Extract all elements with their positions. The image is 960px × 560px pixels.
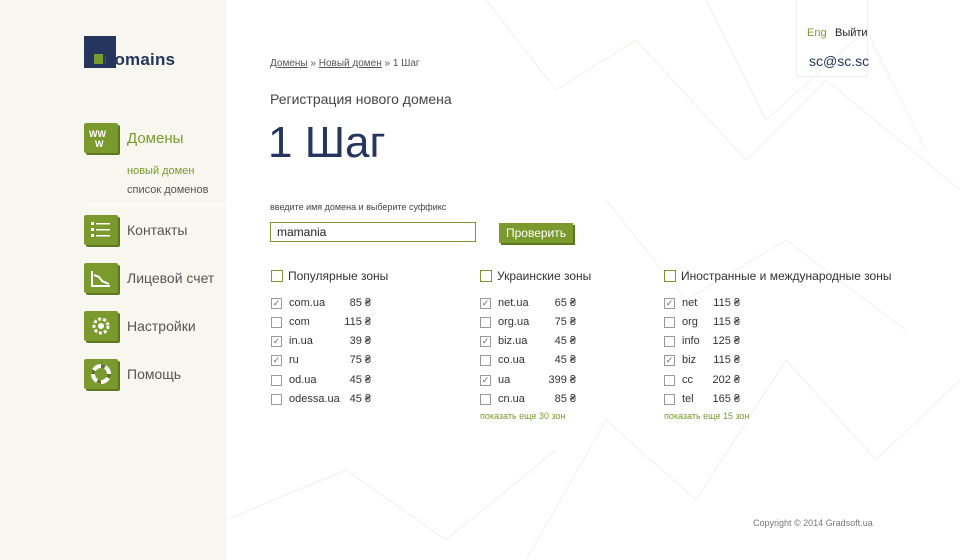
zone-row[interactable]: cn.ua 85 ₴ [480, 392, 586, 406]
sidebar: Domains WW W Домены новый домен список до… [0, 0, 226, 560]
zone-group-title: Иностранные и международные зоны [681, 269, 892, 283]
zone-price: 39 ₴ [349, 335, 371, 347]
zone-group-checkbox[interactable] [480, 270, 492, 282]
domain-input[interactable] [270, 222, 476, 242]
breadcrumb-separator: » [384, 58, 391, 69]
nav-divider [84, 204, 226, 205]
zone-price: 165 ₴ [712, 393, 740, 405]
zone-price: 45 ₴ [554, 354, 576, 366]
check-button[interactable]: Проверить [499, 223, 573, 243]
sidebar-item-label: Настройки [127, 318, 196, 334]
zone-price: 202 ₴ [712, 374, 740, 386]
sidebar-item-label: Лицевой счет [127, 270, 215, 286]
svg-text:W: W [95, 139, 104, 149]
zone-price: 45 ₴ [349, 374, 371, 386]
zone-row[interactable]: org 115 ₴ [664, 315, 750, 329]
lifebuoy-icon [84, 359, 118, 389]
zone-group-header[interactable]: Иностранные и международные зоны [664, 268, 891, 284]
zone-price: 115 ₴ [713, 316, 740, 328]
breadcrumb-link-domains[interactable]: Домены [270, 58, 308, 69]
sidebar-item-contacts[interactable]: Контакты [84, 215, 187, 245]
account-chart-icon [84, 263, 118, 293]
zone-price: 125 ₴ [712, 335, 740, 347]
zone-group-checkbox[interactable] [271, 270, 283, 282]
zone-price: 399 ₴ [548, 374, 576, 386]
sidebar-item-label: Контакты [127, 222, 188, 238]
domain-hint: введите имя домена и выберите суффикс [270, 202, 447, 212]
zone-group-title: Украинские зоны [497, 269, 592, 283]
zone-group-header[interactable]: Популярные зоны [271, 268, 388, 284]
sidebar-item-label: Помощь [127, 366, 182, 382]
zone-row[interactable]: ✓ in.ua 39 ₴ [271, 334, 381, 348]
sidebar-item-help[interactable]: Помощь [84, 359, 181, 389]
breadcrumb-current: 1 Шаг [392, 58, 420, 69]
contacts-list-icon [84, 215, 118, 245]
zone-group-title: Популярные зоны [288, 269, 389, 283]
zone-price: 45 ₴ [554, 335, 576, 347]
zone-row[interactable]: ✓ com.ua 85 ₴ [271, 296, 381, 310]
zone-price: 85 ₴ [349, 297, 371, 309]
zone-group-checkbox[interactable] [664, 270, 676, 282]
logout-link[interactable]: Выйти [835, 27, 868, 39]
zone-price: 85 ₴ [554, 393, 576, 405]
sidebar-item-account[interactable]: Лицевой счет [84, 263, 214, 293]
language-switch-link[interactable]: Eng [807, 27, 827, 39]
zone-price: 115 ₴ [713, 354, 740, 366]
sidebar-item-settings[interactable]: Настройки [84, 311, 196, 341]
zone-row[interactable]: ✓ ua 399 ₴ [480, 373, 586, 387]
svg-text:WW: WW [89, 129, 106, 139]
zone-row[interactable]: com 115 ₴ [271, 315, 381, 329]
logo-text: Domains [102, 50, 176, 69]
logo[interactable]: Domains [84, 36, 184, 70]
subnav-new-domain[interactable]: новый домен [127, 165, 194, 177]
subnav-domain-list[interactable]: список доменов [127, 184, 208, 196]
page-title: 1 Шаг [268, 118, 386, 167]
zone-price: 115 ₴ [344, 316, 371, 328]
sidebar-item-label: Домены [127, 129, 184, 147]
zone-row[interactable]: ✓ net.ua 65 ₴ [480, 296, 586, 310]
zone-price: 45 ₴ [349, 393, 371, 405]
zone-row[interactable]: od.ua 45 ₴ [271, 373, 381, 387]
zone-row[interactable]: ✓ ru 75 ₴ [271, 353, 381, 367]
breadcrumb: Домены » Новый домен » 1 Шаг [270, 58, 420, 69]
zone-row[interactable]: ✓ biz 115 ₴ [664, 353, 750, 367]
page-subtitle: Регистрация нового домена [270, 91, 452, 107]
zone-row[interactable]: cc 202 ₴ [664, 373, 750, 387]
zone-row[interactable]: co.ua 45 ₴ [480, 353, 586, 367]
zone-price: 115 ₴ [713, 297, 740, 309]
breadcrumb-separator: » [310, 58, 316, 69]
show-more-zones-link[interactable]: показать еще 30 зон [480, 411, 566, 421]
zone-price: 75 ₴ [349, 354, 371, 366]
sidebar-item-domains[interactable]: WW W Домены [84, 123, 183, 153]
copyright: Copyright © 2014 Gradsoft.ua [753, 518, 873, 528]
user-email: sc@sc.sc [809, 53, 870, 69]
zone-row[interactable]: org.ua 75 ₴ [480, 315, 586, 329]
zone-group-header[interactable]: Украинские зоны [480, 268, 591, 284]
zone-price: 75 ₴ [554, 316, 576, 328]
show-more-zones-link[interactable]: показать еще 15 зон [664, 411, 750, 421]
zone-row[interactable]: odessa.ua 45 ₴ [271, 392, 381, 406]
www-icon: WW W [84, 123, 118, 153]
breadcrumb-link-new-domain[interactable]: Новый домен [319, 58, 382, 69]
zone-row[interactable]: tel 165 ₴ [664, 392, 750, 406]
zone-row[interactable]: ✓ net 115 ₴ [664, 296, 750, 310]
gear-icon [84, 311, 118, 341]
zone-row[interactable]: ✓ biz.ua 45 ₴ [480, 334, 586, 348]
zone-price: 65 ₴ [554, 297, 576, 309]
zone-row[interactable]: info 125 ₴ [664, 334, 750, 348]
